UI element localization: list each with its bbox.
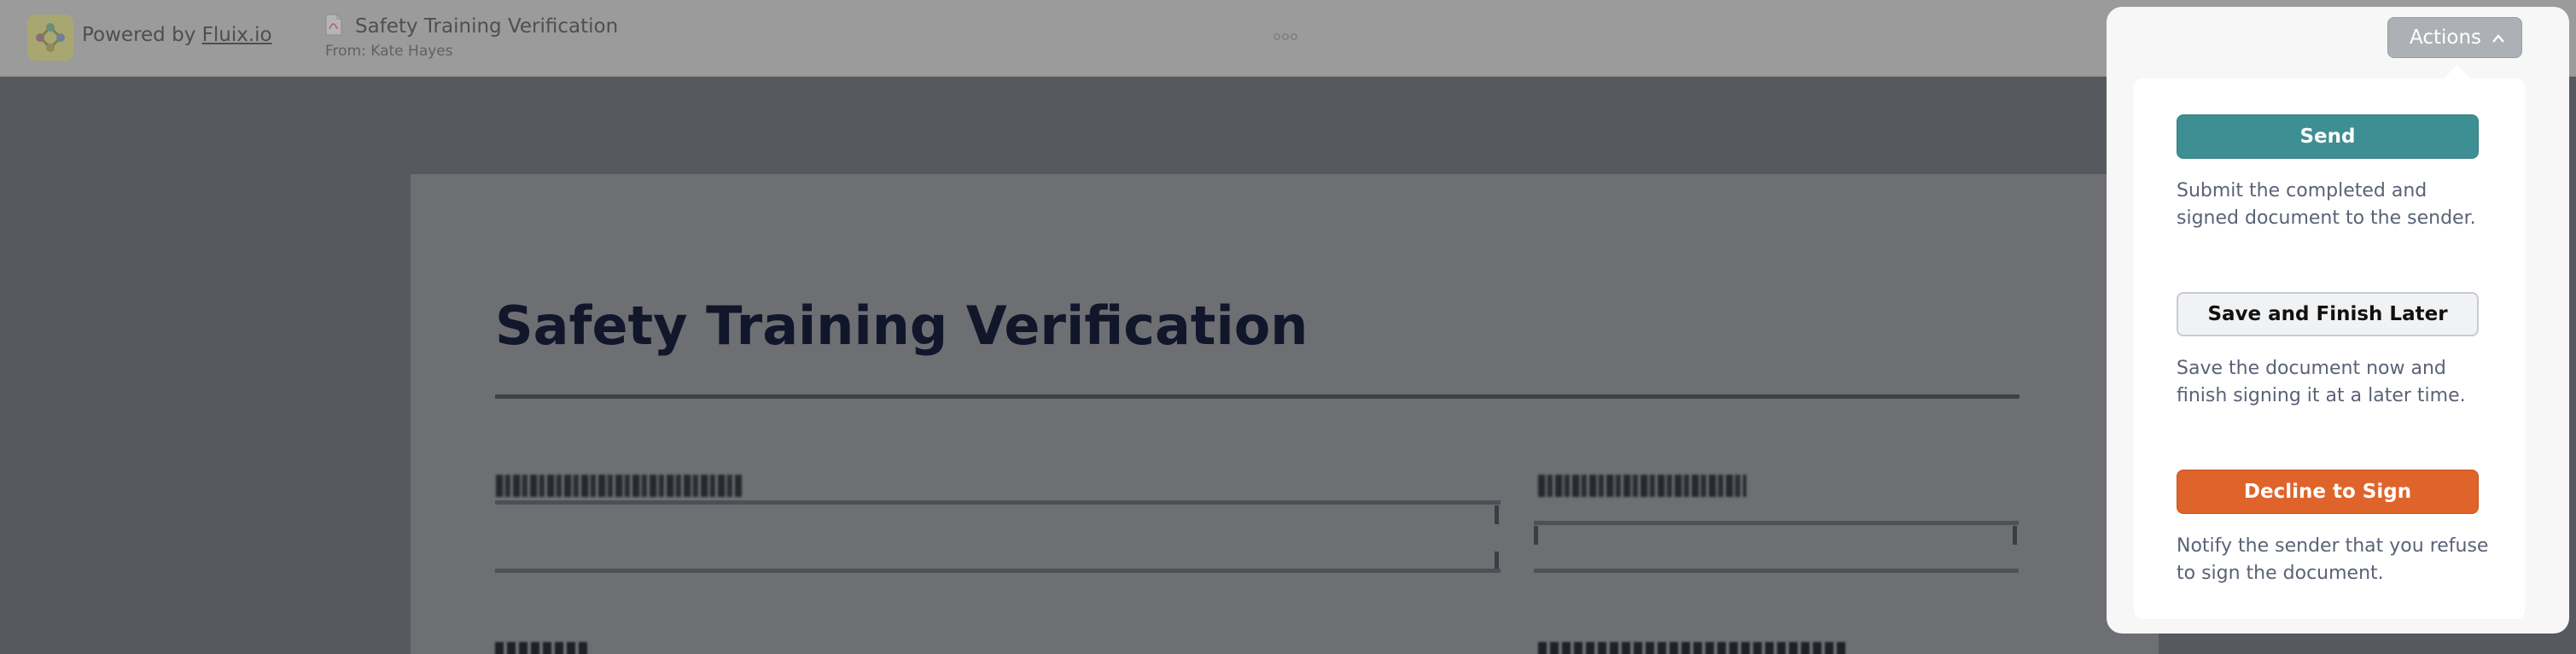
text-field-2-bottom: [1534, 569, 2019, 573]
field-edge: [2013, 526, 2017, 545]
text-field-1-bottom: [495, 569, 1501, 573]
powered-by-label: Powered by: [82, 24, 196, 46]
next-field-label-blurred: [495, 642, 589, 654]
field-edge: [1495, 505, 1499, 524]
save-and-finish-later-button[interactable]: Save and Finish Later: [2177, 292, 2479, 336]
document-title: Safety Training Verification: [355, 15, 619, 38]
save-description: Save the document now and finish signing…: [2177, 358, 2466, 406]
chevron-up-icon: [2492, 34, 2504, 43]
field-edge: [1534, 526, 1538, 545]
send-description: Submit the completed and signed document…: [2177, 180, 2476, 229]
pdf-file-icon: [325, 14, 342, 36]
actions-toggle-button[interactable]: Actions: [2387, 17, 2522, 58]
decline-description: Notify the sender that you refuse to sig…: [2177, 535, 2489, 584]
actions-toggle-label: Actions: [2410, 26, 2482, 49]
document-page: [411, 174, 2159, 654]
fluix-logo-icon: [27, 15, 73, 61]
send-button[interactable]: Send: [2177, 114, 2479, 159]
heading-divider: [495, 394, 2019, 399]
powered-by: Powered by Fluix.io: [82, 24, 272, 46]
field-edge: [1495, 552, 1499, 570]
text-field-1[interactable]: [495, 500, 1501, 505]
decline-to-sign-button[interactable]: Decline to Sign: [2177, 470, 2479, 514]
more-horizontal-icon[interactable]: [1272, 31, 1299, 43]
document-sender: From: Kate Hayes: [325, 43, 453, 60]
field-label-blurred: [496, 475, 742, 497]
next-field-label-blurred: [1538, 642, 1845, 654]
document-heading: Safety Training Verification: [495, 295, 1308, 357]
menu-pointer: [2443, 65, 2472, 79]
field-label-blurred: [1538, 475, 1746, 497]
text-field-2[interactable]: [1534, 521, 2019, 525]
fluix-link[interactable]: Fluix.io: [202, 24, 272, 46]
